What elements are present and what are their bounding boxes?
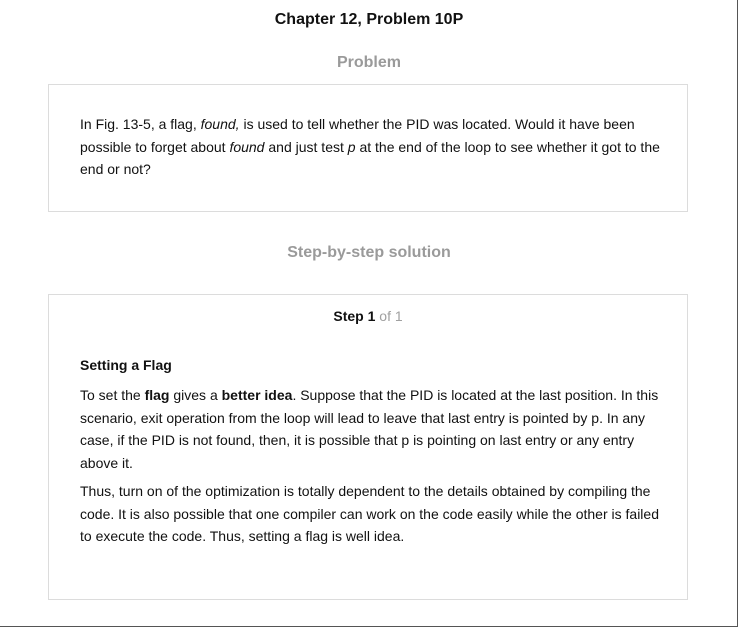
chapter-title: Chapter 12, Problem 10P	[274, 11, 464, 28]
solution-body: To set the flag gives a better idea. Sup…	[80, 384, 660, 548]
solution-text-part: To set the	[80, 387, 145, 403]
solution-paragraph-1: To set the flag gives a better idea. Sup…	[80, 384, 660, 474]
solution-text-part: gives a	[169, 387, 222, 403]
problem-text-part: In Fig. 13-5, a flag,	[80, 116, 201, 132]
step-number: 1	[367, 308, 376, 324]
problem-italic-found: found,	[200, 116, 240, 132]
problem-card: In Fig. 13-5, a flag, found, is used to …	[48, 84, 688, 212]
step-indicator: Step 1 of 1	[49, 308, 687, 324]
step-word: Step	[333, 308, 364, 324]
solution-paragraph-2: Thus, turn on of the optimization is tot…	[80, 483, 659, 544]
solution-bold-better-idea: better idea	[221, 387, 293, 403]
problem-text: In Fig. 13-5, a flag, found, is used to …	[80, 113, 660, 181]
problem-italic-found: found	[229, 138, 265, 155]
solution-bold-flag: flag	[144, 387, 170, 403]
problem-italic-p: p	[347, 138, 356, 155]
problem-text-part: and just test	[264, 138, 348, 155]
step-total: of 1	[379, 308, 403, 324]
solution-card: Step 1 of 1 Setting a Flag To set the fl…	[48, 294, 688, 600]
problem-heading: Problem	[336, 54, 401, 71]
solution-heading: Step-by-step solution	[287, 244, 451, 261]
step-title: Setting a Flag	[80, 357, 172, 373]
